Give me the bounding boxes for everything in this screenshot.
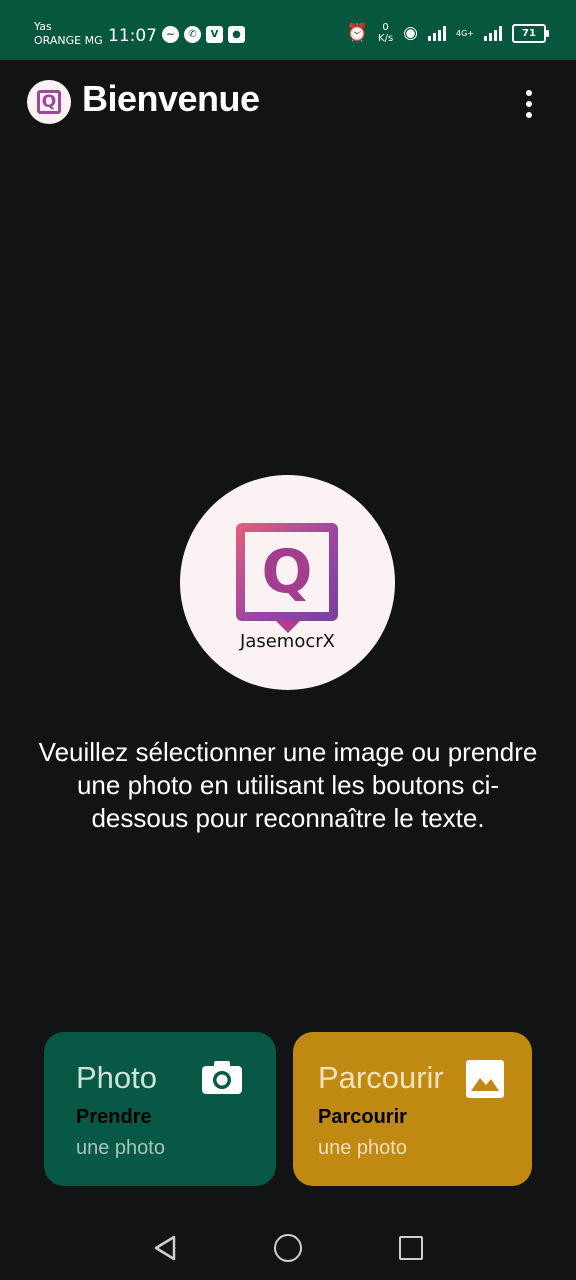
- logo-letter: Q: [261, 537, 313, 607]
- carrier-line1: Yas: [34, 20, 52, 33]
- whatsapp-icon: ✆: [184, 26, 201, 43]
- battery-icon: 71: [512, 23, 549, 43]
- logo-q-frame: Q: [236, 523, 338, 633]
- app-icon: ●: [228, 26, 245, 43]
- network-type: 4G+: [456, 28, 474, 38]
- messenger-icon: ~: [162, 26, 179, 43]
- speed-unit: K/s: [378, 33, 394, 44]
- photo-line1: Prendre: [76, 1106, 152, 1128]
- system-icons: ⏰ 0 K/s ◉ 4G+ 71: [346, 22, 549, 44]
- page-title: Bienvenue: [82, 78, 260, 119]
- network-speed: 0 K/s: [378, 22, 393, 44]
- photo-line2: une photo: [76, 1137, 165, 1159]
- recents-icon[interactable]: [399, 1236, 423, 1260]
- navigation-bar: [0, 1210, 576, 1280]
- back-icon[interactable]: [152, 1234, 178, 1262]
- browse-line1: Parcourir: [318, 1106, 407, 1128]
- status-bar: Yas ORANGE MG 11:07 ~ ✆ V ● ⏰ 0 K/s ◉ 4G…: [0, 0, 576, 60]
- app-bar: Q Bienvenue: [0, 60, 576, 140]
- home-icon[interactable]: [274, 1234, 302, 1262]
- notification-icons: ~ ✆ V ●: [162, 26, 245, 43]
- browse-line2: une photo: [318, 1137, 407, 1159]
- carrier-info: Yas ORANGE MG: [34, 20, 103, 48]
- carrier-line2: ORANGE MG: [34, 34, 103, 47]
- signal-icon: [428, 25, 446, 41]
- instructions-text: Veuillez sélectionner une image ou prend…: [38, 737, 538, 833]
- brand-name: JasemocrX: [240, 631, 335, 652]
- status-time: 11:07: [108, 26, 157, 46]
- app-logo-large: Q JasemocrX: [180, 475, 395, 690]
- alarm-icon: ⏰: [346, 23, 369, 43]
- browse-title: Parcourir: [318, 1060, 444, 1095]
- photo-title: Photo: [76, 1060, 158, 1095]
- browse-button[interactable]: Parcourir Parcourir une photo: [293, 1032, 532, 1186]
- camera-icon: [202, 1061, 242, 1094]
- more-vert-icon[interactable]: [512, 84, 546, 124]
- app-logo-letter: Q: [37, 90, 61, 114]
- image-icon: [466, 1060, 504, 1098]
- app-logo: Q: [27, 80, 71, 124]
- hotspot-icon: ◉: [403, 23, 418, 43]
- take-photo-button[interactable]: Photo Prendre une photo: [44, 1032, 276, 1186]
- speed-value: 0: [382, 22, 389, 33]
- signal-icon: [484, 25, 502, 41]
- v-app-icon: V: [206, 26, 223, 43]
